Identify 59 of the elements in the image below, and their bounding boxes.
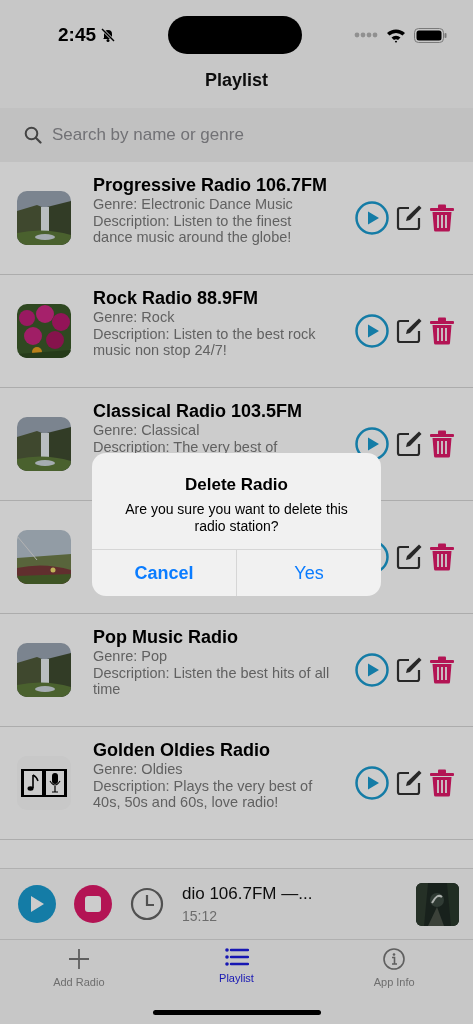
station-row[interactable]: Progressive Radio 106.7FM Genre: Electronic Dance Music Description: Listen to the finest dance music around the globe! xyxy=(0,162,473,275)
play-button[interactable] xyxy=(18,885,56,923)
station-row[interactable]: Pop Music Radio Genre: Pop Description: Listen the best hits of all time xyxy=(0,614,473,727)
station-title: Progressive Radio 106.7FM xyxy=(93,175,329,196)
battery-icon xyxy=(414,27,447,43)
station-title: Rock Radio 88.9FM xyxy=(93,288,260,309)
station-description: Description: Listen to the finest dance music around the globe! xyxy=(93,212,293,246)
station-genre: Genre: Classical xyxy=(93,422,201,439)
edit-button[interactable] xyxy=(395,656,423,684)
search-field[interactable]: Search by name or genre xyxy=(0,108,473,162)
edit-button[interactable] xyxy=(395,543,423,571)
station-row[interactable]: Rock Radio 88.9FM Genre: Rock Description: Listen to the best rock music non stop 24/7! xyxy=(0,275,473,388)
edit-button[interactable] xyxy=(395,317,423,345)
stop-button[interactable] xyxy=(74,885,112,923)
delete-button[interactable] xyxy=(429,543,455,571)
edit-button[interactable] xyxy=(395,430,423,458)
info-icon xyxy=(383,948,406,970)
clock-button[interactable] xyxy=(130,887,164,921)
tab[interactable]: Playlist xyxy=(157,940,316,1024)
bell-muted-icon xyxy=(100,27,117,43)
confirm-button[interactable]: Yes xyxy=(236,550,381,596)
delete-button[interactable] xyxy=(429,656,455,684)
now-playing-title: dio 106.7FM —... xyxy=(182,884,314,904)
station-description: Description: Listen to the best rock music non stop 24/7! xyxy=(93,325,317,359)
play-button[interactable] xyxy=(355,427,389,461)
play-icon xyxy=(29,895,45,913)
plus-icon xyxy=(67,948,90,970)
signal-icon xyxy=(354,32,378,38)
station-title: Classical Radio 103.5FM xyxy=(93,401,304,422)
station-genre: Genre: Oldies xyxy=(93,761,184,778)
play-button[interactable] xyxy=(355,766,389,800)
station-title: Pop Music Radio xyxy=(93,627,239,648)
station-genre: Genre: Rock xyxy=(93,309,176,326)
search-icon xyxy=(24,126,42,144)
delete-button[interactable] xyxy=(429,430,455,458)
station-row[interactable]: Golden Oldies Radio Genre: Oldies Description: Plays the very best of 40s, 50s and 60s, love radio! xyxy=(0,727,473,840)
stop-icon xyxy=(85,896,101,912)
station-genre: Genre: Electronic Dance Music xyxy=(93,196,294,213)
station-title: Golden Oldies Radio xyxy=(93,740,272,761)
alert-message: Are you sure you want to delete this radio station? xyxy=(124,500,349,536)
delete-button[interactable] xyxy=(429,769,455,797)
list-icon xyxy=(224,948,249,966)
edit-button[interactable] xyxy=(395,204,423,232)
play-button[interactable] xyxy=(355,653,389,687)
station-genre: Genre: Pop xyxy=(93,648,169,665)
elapsed-time: 15:12 xyxy=(182,908,219,924)
play-button[interactable] xyxy=(355,201,389,235)
status-time: 2:45 xyxy=(58,24,97,46)
station-description: Description: Plays the very best of 40s, 50s and 60s, love radio! xyxy=(93,777,314,811)
nav-title: Playlist xyxy=(204,70,268,91)
station-description: Description: Listen the best hits of all time xyxy=(93,664,331,698)
alert-title: Delete Radio xyxy=(184,474,289,495)
edit-button[interactable] xyxy=(395,769,423,797)
delete-button[interactable] xyxy=(429,317,455,345)
music-note-microphone-icon xyxy=(21,769,67,797)
wifi-icon xyxy=(386,27,406,43)
delete-button[interactable] xyxy=(429,204,455,232)
search-input[interactable]: Search by name or genre xyxy=(50,124,449,146)
play-button[interactable] xyxy=(355,314,389,348)
